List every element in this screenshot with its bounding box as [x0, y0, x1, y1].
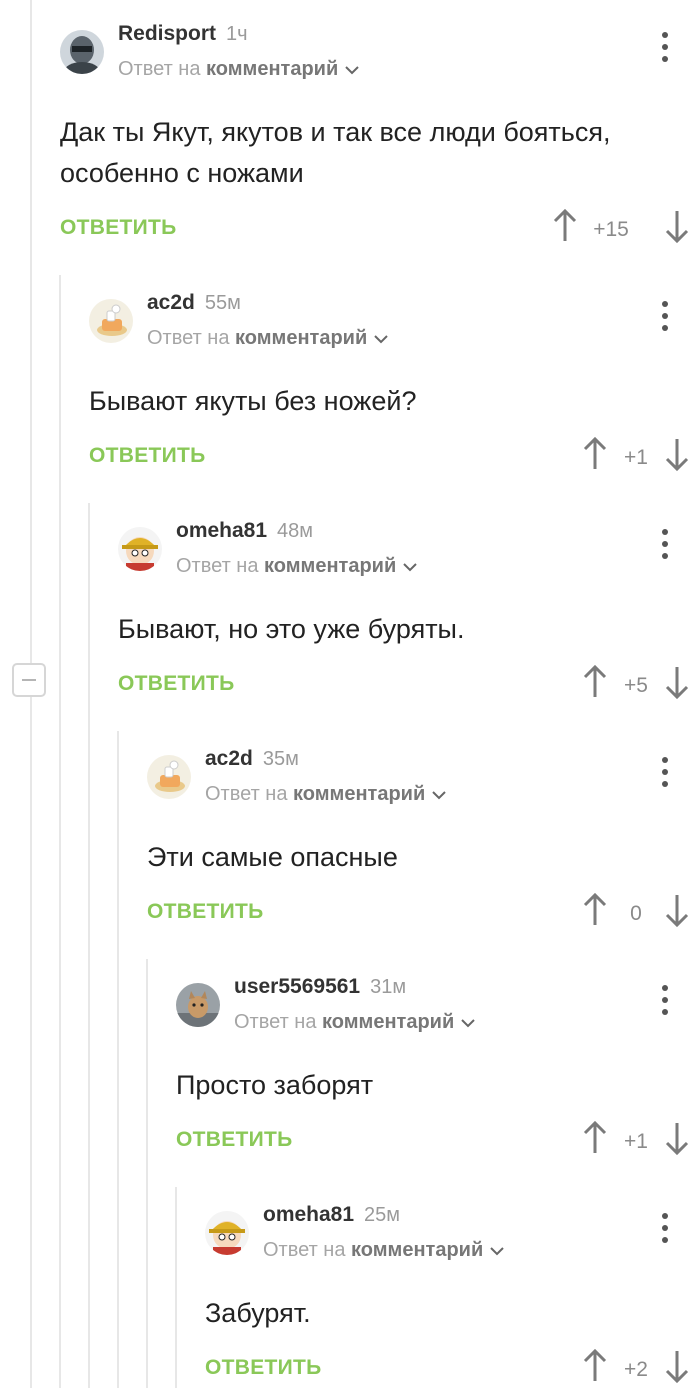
- downvote-arrow-icon[interactable]: [662, 892, 692, 928]
- reply-button[interactable]: ОТВЕТИТЬ: [89, 444, 206, 468]
- vote-controls: +2: [580, 1340, 700, 1400]
- reply-to-link[interactable]: Ответ на комментарий: [205, 783, 447, 806]
- more-options-icon[interactable]: [650, 985, 680, 1019]
- downvote-arrow-icon[interactable]: [662, 664, 692, 700]
- comment-author[interactable]: omeha81 48м: [176, 519, 313, 543]
- reply-button[interactable]: ОТВЕТИТЬ: [147, 900, 264, 924]
- comment-text: Забурят.: [205, 1298, 311, 1328]
- more-options-icon[interactable]: [650, 757, 680, 791]
- upvote-arrow-icon[interactable]: [580, 892, 610, 928]
- comment: ac2d 35м Ответ на комментарий Эти самые о…: [147, 747, 700, 944]
- avatar[interactable]: [89, 299, 133, 343]
- avatar[interactable]: [176, 983, 220, 1027]
- reply-to-link[interactable]: Ответ на комментарий: [118, 58, 360, 81]
- comment-author[interactable]: user5569561 31м: [234, 975, 406, 999]
- chevron-down-icon: [402, 562, 418, 572]
- comment-time: 1ч: [226, 23, 248, 45]
- comment-time: 48м: [277, 520, 314, 542]
- comment-time: 31м: [370, 976, 407, 998]
- chevron-down-icon: [460, 1018, 476, 1028]
- upvote-arrow-icon[interactable]: [580, 436, 610, 472]
- comment-author[interactable]: ac2d 35м: [205, 747, 299, 771]
- vote-score: +5: [624, 674, 648, 697]
- downvote-arrow-icon[interactable]: [662, 1120, 692, 1156]
- comment: user5569561 31м Ответ на комментарий Прос…: [176, 975, 700, 1172]
- thread-line: [117, 731, 119, 1388]
- thread-line: [88, 503, 90, 1388]
- avatar[interactable]: [118, 527, 162, 571]
- vote-score: +1: [624, 446, 648, 469]
- chevron-down-icon: [373, 334, 389, 344]
- comment-text: Бывают якуты без ножей?: [89, 386, 417, 416]
- comment: ac2d 55м Ответ на комментарий Бывают якут…: [89, 291, 700, 488]
- avatar[interactable]: [147, 755, 191, 799]
- avatar[interactable]: [205, 1211, 249, 1255]
- more-options-icon[interactable]: [650, 301, 680, 335]
- comment-author[interactable]: Redisport 1ч: [118, 22, 248, 46]
- comment: Redisport 1ч Ответ на комментарий Дак ты …: [60, 22, 700, 260]
- vote-controls: +5: [580, 656, 700, 716]
- comment-author[interactable]: omeha81 25м: [263, 1203, 400, 1227]
- thread-line: [175, 1187, 177, 1388]
- reply-to-link[interactable]: Ответ на комментарий: [147, 327, 389, 350]
- comment-author[interactable]: ac2d 55м: [147, 291, 241, 315]
- vote-score: 0: [630, 902, 642, 925]
- upvote-arrow-icon[interactable]: [580, 1348, 610, 1384]
- reply-button[interactable]: ОТВЕТИТЬ: [60, 216, 177, 240]
- reply-button[interactable]: ОТВЕТИТЬ: [205, 1356, 322, 1380]
- upvote-arrow-icon[interactable]: [550, 208, 580, 244]
- chevron-down-icon: [489, 1246, 505, 1256]
- reply-to-link[interactable]: Ответ на комментарий: [234, 1011, 476, 1034]
- reply-to-link[interactable]: Ответ на комментарий: [176, 555, 418, 578]
- vote-controls: +1: [580, 1112, 700, 1172]
- comment-time: 35м: [262, 748, 299, 770]
- vote-controls: +15: [550, 200, 700, 260]
- comment-text: Эти самые опасные: [147, 842, 398, 872]
- reply-to-link[interactable]: Ответ на комментарий: [263, 1239, 505, 1262]
- comment-time: 55м: [204, 292, 241, 314]
- comment-text: Просто заборят: [176, 1070, 374, 1100]
- vote-controls: 0: [580, 884, 700, 944]
- upvote-arrow-icon[interactable]: [580, 1120, 610, 1156]
- thread-line: [146, 959, 148, 1388]
- chevron-down-icon: [431, 790, 447, 800]
- more-options-icon[interactable]: [650, 529, 680, 563]
- vote-controls: +1: [580, 428, 700, 488]
- comment: omeha81 25м Ответ на комментарий Забурят.…: [205, 1203, 700, 1400]
- avatar[interactable]: [60, 30, 104, 74]
- vote-score: +15: [593, 218, 629, 241]
- collapse-thread-button[interactable]: [12, 663, 46, 697]
- more-options-icon[interactable]: [650, 32, 680, 66]
- vote-score: +1: [624, 1130, 648, 1153]
- upvote-arrow-icon[interactable]: [580, 664, 610, 700]
- downvote-arrow-icon[interactable]: [662, 208, 692, 244]
- thread-line: [59, 275, 61, 1388]
- downvote-arrow-icon[interactable]: [662, 436, 692, 472]
- chevron-down-icon: [344, 65, 360, 75]
- comment: omeha81 48м Ответ на комментарий Бывают, …: [118, 519, 700, 716]
- reply-button[interactable]: ОТВЕТИТЬ: [176, 1128, 293, 1152]
- comment-text: Дак ты Якут, якутов и так все люди боять…: [60, 117, 611, 188]
- more-options-icon[interactable]: [650, 1213, 680, 1247]
- comment-text: Бывают, но это уже буряты.: [118, 614, 465, 644]
- reply-button[interactable]: ОТВЕТИТЬ: [118, 672, 235, 696]
- comment-time: 25м: [364, 1204, 401, 1226]
- downvote-arrow-icon[interactable]: [662, 1348, 692, 1384]
- vote-score: +2: [624, 1358, 648, 1381]
